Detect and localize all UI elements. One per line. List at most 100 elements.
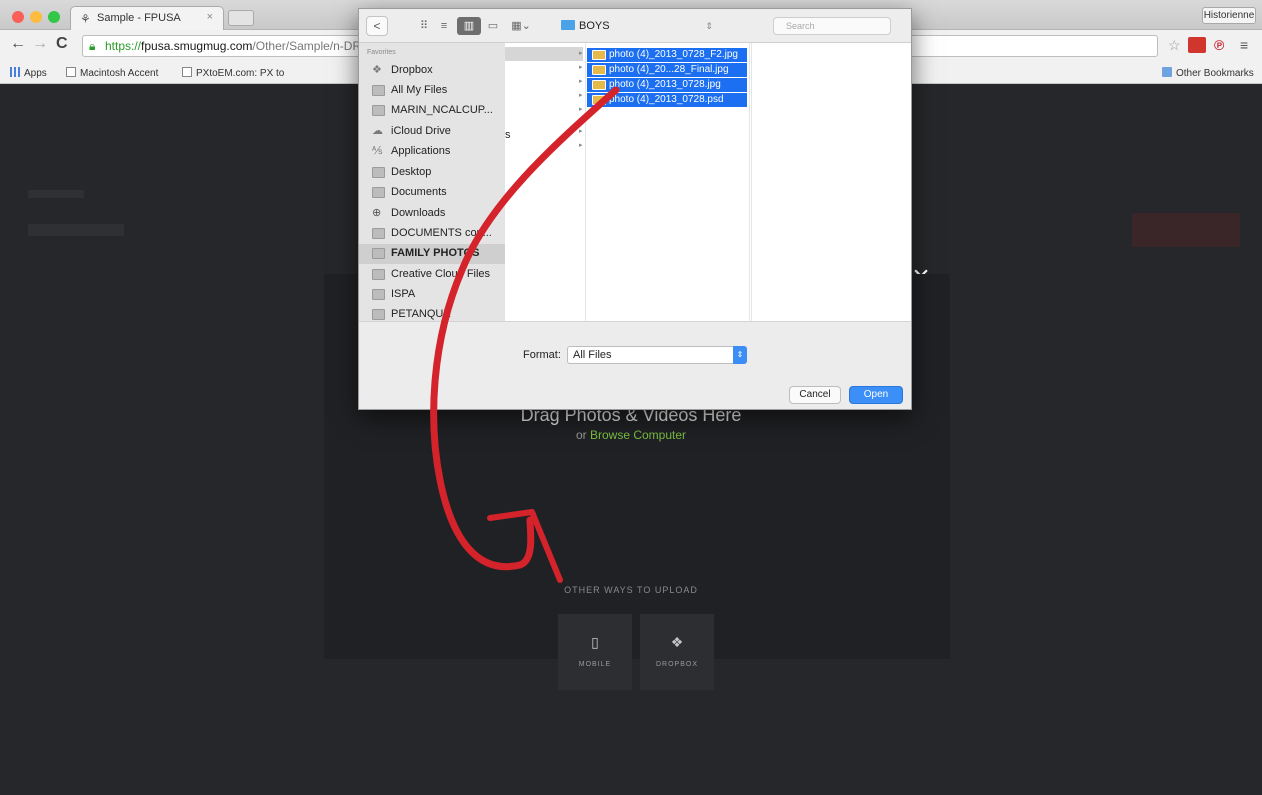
open-button[interactable]: Open <box>849 386 903 404</box>
dropbox-label: DROPBOX <box>655 661 698 668</box>
sidebar-item-icloud-drive[interactable]: ☁ iCloud Drive <box>359 122 505 142</box>
arrange-menu-icon[interactable]: ▦⌄ <box>509 17 533 35</box>
bookmark-pxtoem[interactable]: PXtoEM.com: PX to <box>182 67 284 79</box>
image-file-icon <box>592 80 606 90</box>
sidebar-item-label: Applications <box>391 145 451 157</box>
image-file-icon <box>592 95 606 105</box>
sidebar-item-label: Desktop <box>391 166 432 178</box>
other-bookmarks-label: Other Bookmarks <box>1176 68 1254 79</box>
dialog-search-field[interactable]: Search <box>773 17 891 35</box>
star-bookmark-icon[interactable]: ☆ <box>1168 37 1181 54</box>
disclosure-arrow-icon: ▸ <box>579 64 583 71</box>
file-name: photo (4)_2013_0728.psd <box>609 94 724 105</box>
image-file-icon <box>592 50 606 60</box>
folder-icon <box>561 20 575 30</box>
bookmark-macintosh-accent[interactable]: Macintosh Accent <box>66 67 158 79</box>
sidebar-item-label: Downloads <box>391 207 446 219</box>
disclosure-arrow-icon: ▸ <box>579 50 583 57</box>
dropbox-icon: ❖ <box>372 64 382 76</box>
dialog-toolbar: < ⠿ ≡ ▥ ▭ ▦⌄ BOYS ⇕ Search <box>359 9 911 43</box>
folder-icon <box>372 105 385 116</box>
folder-icon <box>372 248 385 259</box>
sidebar-item-family-photos[interactable]: FAMILY PHOTOS <box>359 244 505 264</box>
profile-button[interactable]: Historienne <box>1202 7 1256 24</box>
sidebar-item-label: Creative Cloud Files <box>391 268 491 280</box>
folder-icon <box>372 269 385 280</box>
sidebar-item-desktop[interactable]: Desktop <box>359 163 505 183</box>
mobile-icon: ▯ <box>591 634 599 650</box>
truncated-folder-text: s <box>505 129 511 141</box>
desktop-icon <box>372 167 385 178</box>
sidebar-item-ispa[interactable]: ISPA <box>359 285 505 305</box>
sidebar-item-petanque[interactable]: PETANQUE <box>359 305 505 321</box>
close-window-button[interactable] <box>12 11 24 23</box>
list-view-icon[interactable]: ≡ <box>437 17 451 35</box>
apps-grid-icon <box>10 67 20 77</box>
browse-line: or Browse Computer <box>0 428 1262 442</box>
file-name: photo (4)_2013_0728_F2.jpg <box>609 49 738 60</box>
menu-icon[interactable]: ≡ <box>1240 37 1248 53</box>
page-icon <box>66 67 76 77</box>
bookmark-label: Apps <box>24 68 47 79</box>
smugmug-favicon-icon: ⚘ <box>80 12 91 26</box>
format-select[interactable]: All Files ⇕ <box>567 346 747 364</box>
bookmark-apps[interactable]: Apps <box>10 67 47 79</box>
coverflow-view-icon[interactable]: ▭ <box>485 17 501 35</box>
other-ways-heading: OTHER WAYS TO UPLOAD <box>564 585 698 595</box>
file-row[interactable]: photo (4)_20...28_Final.jpg <box>587 63 747 77</box>
tab-title: Sample - FPUSA <box>97 12 181 24</box>
sidebar-item-label: FAMILY PHOTOS <box>391 247 480 259</box>
sidebar-item-documents-copy[interactable]: DOCUMENTS cop... <box>359 224 505 244</box>
sidebar-item-marin[interactable]: MARIN_NCALCUP... <box>359 101 505 121</box>
column-browser[interactable]: s ▸ ▸ ▸ ▸ ▸ ▸ ▸ photo (4)_2013_0728_F2.j… <box>505 43 911 321</box>
sidebar-item-applications[interactable]: ⅍ Applications <box>359 142 505 162</box>
dialog-sidebar: Favorites ❖ Dropbox All My Files MARIN_NC… <box>359 43 505 321</box>
sidebar-item-documents[interactable]: Documents <box>359 183 505 203</box>
dialog-back-button[interactable]: < <box>366 16 388 36</box>
cancel-button[interactable]: Cancel <box>789 386 841 404</box>
file-row[interactable]: photo (4)_2013_0728.jpg <box>587 78 747 92</box>
browse-computer-link[interactable]: Browse Computer <box>590 428 686 442</box>
dialog-bottom-bar: Format: All Files ⇕ Cancel Open <box>359 321 911 409</box>
back-arrow-icon[interactable]: ← <box>10 35 26 53</box>
image-file-icon <box>592 65 606 75</box>
background-header-placeholder <box>28 190 84 198</box>
reload-icon[interactable]: C <box>56 35 68 53</box>
applications-icon: ⅍ <box>372 145 383 157</box>
sidebar-item-dropbox[interactable]: ❖ Dropbox <box>359 61 505 81</box>
sidebar-item-all-my-files[interactable]: All My Files <box>359 81 505 101</box>
download-icon: ⊕ <box>372 207 382 219</box>
folder-icon <box>372 289 385 300</box>
lock-icon: 🔒︎ <box>89 39 96 53</box>
tab-close-icon[interactable]: × <box>207 11 213 23</box>
minimize-window-button[interactable] <box>30 11 42 23</box>
mobile-upload-button[interactable]: ▯ MOBILE <box>558 614 632 690</box>
dropbox-upload-button[interactable]: ❖ DROPBOX <box>640 614 714 690</box>
sidebar-item-label: ISPA <box>391 288 416 300</box>
file-name: photo (4)_2013_0728.jpg <box>609 79 721 90</box>
other-bookmarks[interactable]: Other Bookmarks <box>1162 67 1254 79</box>
icon-view-icon[interactable]: ⠿ <box>417 17 431 35</box>
sidebar-item-downloads[interactable]: ⊕ Downloads <box>359 204 505 224</box>
file-row[interactable]: photo (4)_2013_0728_F2.jpg <box>587 48 747 62</box>
pinterest-icon[interactable]: ℗ <box>1214 37 1224 53</box>
sidebar-item-label: All My Files <box>391 84 448 96</box>
sidebar-item-label: DOCUMENTS cop... <box>391 227 492 239</box>
column-view-icon[interactable]: ▥ <box>457 17 481 35</box>
sidebar-item-label: PETANQUE <box>391 308 451 320</box>
browser-tab[interactable]: ⚘ Sample - FPUSA × <box>70 6 224 30</box>
disclosure-arrow-icon: ▸ <box>579 106 583 113</box>
path-popup[interactable]: BOYS ⇕ <box>557 16 717 36</box>
file-row[interactable]: photo (4)_2013_0728.psd <box>587 93 747 107</box>
extension-icon[interactable] <box>1188 37 1206 53</box>
forward-arrow-icon[interactable]: → <box>32 35 48 53</box>
format-label: Format: <box>523 349 561 361</box>
disclosure-arrow-icon: ▸ <box>579 142 583 149</box>
url-path: /Other/Sample/n-DR9 <box>252 39 368 53</box>
all-files-icon <box>372 85 385 96</box>
sidebar-item-creative-cloud[interactable]: Creative Cloud Files <box>359 265 505 285</box>
page-icon <box>182 67 192 77</box>
maximize-window-button[interactable] <box>48 11 60 23</box>
new-tab-button[interactable] <box>228 10 254 26</box>
current-folder-label: BOYS <box>579 20 610 32</box>
